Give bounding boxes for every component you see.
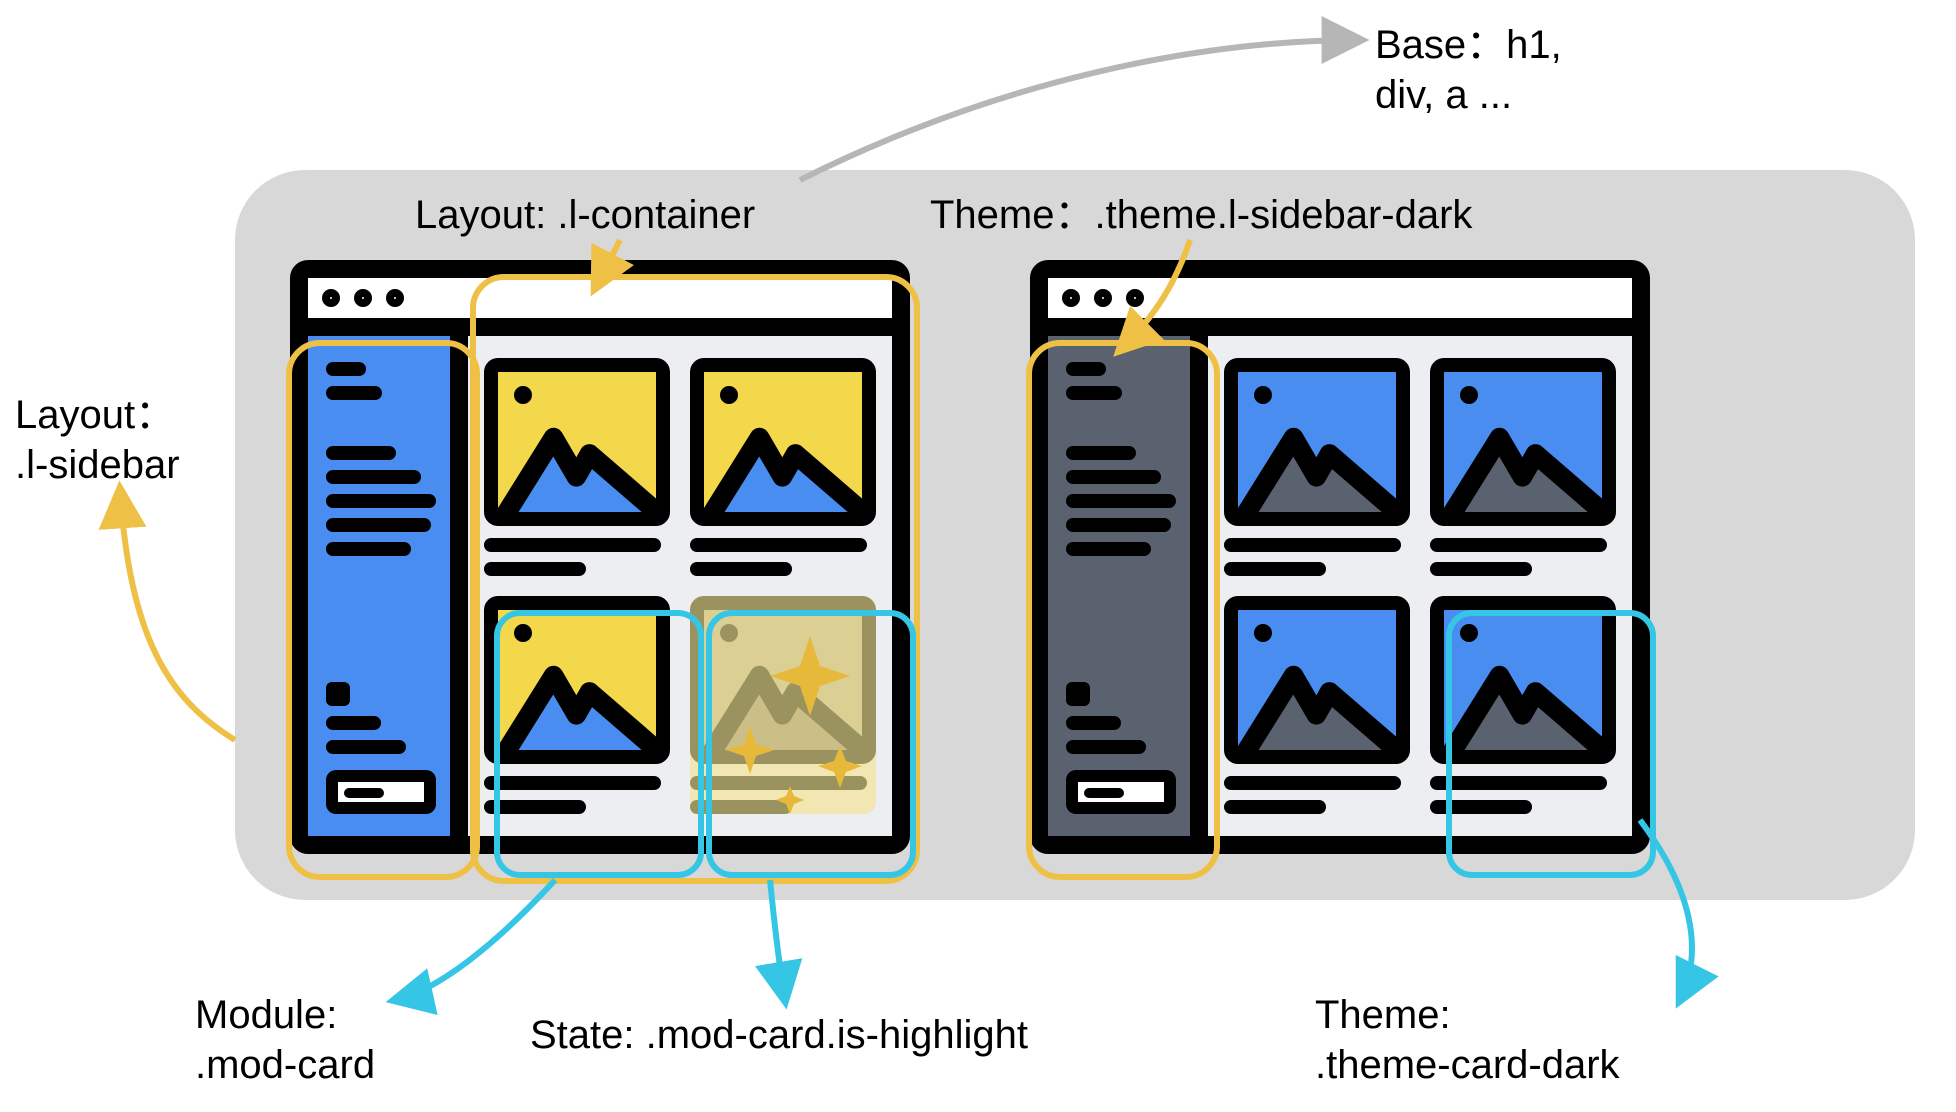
label-module-card: Module: .mod-card [195, 990, 375, 1090]
window-dot-icon [322, 289, 340, 307]
label-layout-sidebar: Layout： .l-sidebar [15, 390, 180, 490]
window-dot-icon [1126, 289, 1144, 307]
sparkle-icon [690, 596, 876, 814]
image-icon [484, 358, 670, 526]
image-icon [1224, 358, 1410, 526]
content-grid [1208, 336, 1632, 836]
mod-card-theme-dark [1430, 596, 1616, 814]
mod-card [690, 358, 876, 576]
window-dot-icon [386, 289, 404, 307]
mod-card [484, 358, 670, 576]
content-grid [468, 336, 892, 836]
label-base: Base：h1, div, a ... [1375, 20, 1562, 120]
window-dot-icon [354, 289, 372, 307]
mod-card [1224, 596, 1410, 814]
label-layout-container: Layout: .l-container [415, 190, 755, 240]
mod-card [1224, 358, 1410, 576]
image-icon [1430, 358, 1616, 526]
arrow-base [800, 40, 1360, 180]
browser-chrome [308, 278, 892, 336]
image-icon [690, 358, 876, 526]
browser-dark [1030, 260, 1650, 854]
mod-card [1430, 358, 1616, 576]
mod-card [484, 596, 670, 814]
sidebar-light [308, 336, 468, 836]
image-icon [484, 596, 670, 764]
label-theme-sidebar-dark: Theme：.theme.l-sidebar-dark [930, 190, 1472, 240]
browser-chrome [1048, 278, 1632, 336]
label-state-highlight: State: .mod-card.is-highlight [530, 1010, 1028, 1060]
label-theme-card-dark: Theme: .theme-card-dark [1315, 990, 1620, 1090]
window-dot-icon [1094, 289, 1112, 307]
image-icon [1430, 596, 1616, 764]
window-dot-icon [1062, 289, 1080, 307]
mod-card-highlight [690, 596, 876, 814]
sidebar-dark [1048, 336, 1208, 836]
browser-light [290, 260, 910, 854]
arrow-l-sidebar [120, 490, 235, 740]
image-icon [1224, 596, 1410, 764]
